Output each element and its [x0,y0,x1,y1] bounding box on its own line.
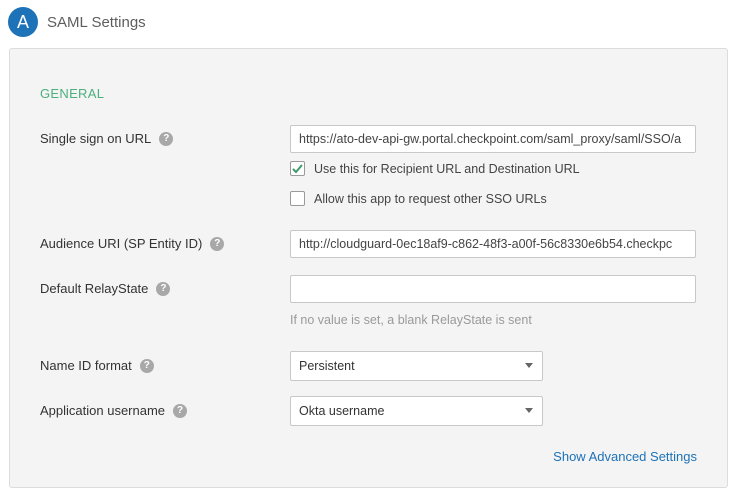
help-icon[interactable]: ? [156,281,171,296]
app-avatar: A [8,7,38,37]
name-id-format-label: Name ID format [40,358,132,373]
page-title: SAML Settings [47,13,146,31]
sso-url-label: Single sign on URL [40,131,152,146]
relay-state-hint: If no value is set, a blank RelayState i… [290,313,532,327]
audience-uri-input[interactable]: http://cloudguard-0ec18af9-c862-48f3-a00… [290,230,696,258]
name-id-format-label-row: Name ID format ? [40,358,154,373]
relay-state-label-row: Default RelayState ? [40,281,171,296]
relay-state-input[interactable] [290,275,696,303]
app-username-select[interactable]: Okta username [290,396,543,426]
sso-url-label-row: Single sign on URL ? [40,131,174,146]
app-username-label-row: Application username ? [40,403,188,418]
header: A SAML Settings [8,6,146,38]
recipient-url-option[interactable]: Use this for Recipient URL and Destinati… [290,161,580,176]
help-icon[interactable]: ? [173,403,188,418]
section-title: GENERAL [40,86,105,101]
checkmark-icon [292,164,303,174]
chevron-down-icon [525,363,533,368]
show-advanced-settings-link[interactable]: Show Advanced Settings [553,449,697,464]
app-username-value: Okta username [299,404,385,418]
audience-uri-label: Audience URI (SP Entity ID) [40,236,203,251]
chevron-down-icon [525,408,533,413]
audience-uri-label-row: Audience URI (SP Entity ID) ? [40,236,225,251]
help-icon[interactable]: ? [139,358,154,373]
help-icon[interactable]: ? [159,131,174,146]
help-icon[interactable]: ? [210,236,225,251]
allow-sso-urls-label: Allow this app to request other SSO URLs [314,191,547,206]
name-id-format-select[interactable]: Persistent [290,351,543,381]
recipient-url-label: Use this for Recipient URL and Destinati… [314,161,580,176]
recipient-url-checkbox[interactable] [290,161,305,176]
name-id-format-value: Persistent [299,359,355,373]
allow-sso-urls-checkbox[interactable] [290,191,305,206]
allow-sso-urls-option[interactable]: Allow this app to request other SSO URLs [290,191,547,206]
sso-url-input[interactable]: https://ato-dev-api-gw.portal.checkpoint… [290,125,696,153]
saml-settings-panel: GENERAL Single sign on URL ? https://ato… [9,48,728,488]
app-username-label: Application username [40,403,166,418]
relay-state-label: Default RelayState [40,281,149,296]
